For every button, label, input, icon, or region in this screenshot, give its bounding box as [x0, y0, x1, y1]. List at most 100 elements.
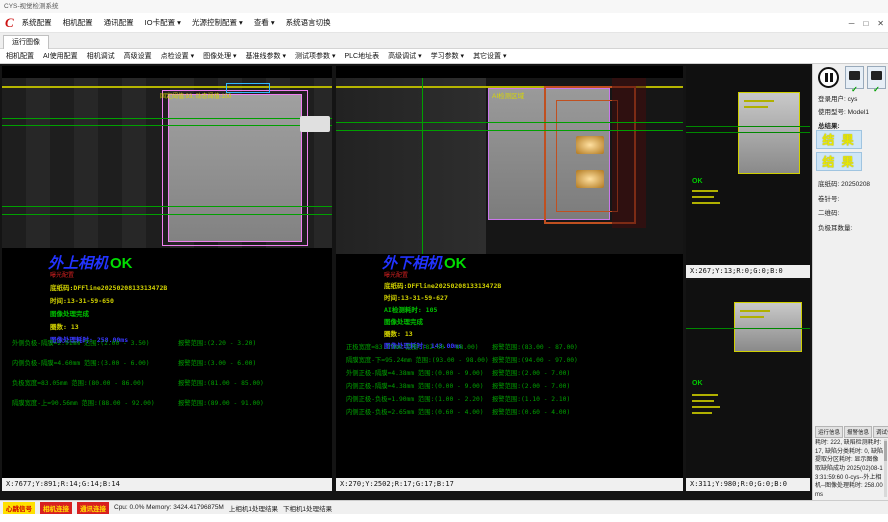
measure-row: 内侧正极-隔膜=4.38mm 范围:(0.00 - 9.00) — [346, 381, 484, 390]
tool-test-params[interactable]: 测试项参数 ▾ — [295, 51, 335, 61]
turns-line: 圈数: 13 — [50, 321, 79, 331]
alarm-range: 报警范围:(0.60 - 4.00) — [492, 407, 570, 416]
bright-part-region — [738, 92, 800, 174]
turns-line: 圈数: 13 — [384, 328, 413, 338]
qr-code-label: 二维码: — [818, 207, 839, 217]
app-logo-icon: C — [5, 15, 14, 31]
time-line: 时间:13-31-59-627 — [384, 292, 448, 302]
maximize-icon[interactable]: □ — [863, 19, 868, 28]
minimize-icon[interactable]: ─ — [849, 19, 855, 28]
status-bar: 心跳信号 相机连接 通讯连接 Cpu: 0.0% Memory: 3424.41… — [0, 500, 888, 514]
alarm-range: 报警范围:(1.10 - 2.10) — [492, 394, 570, 403]
camera-ok-status: OK — [444, 255, 467, 272]
camera-ok-status: OK — [110, 255, 133, 272]
tab-run-image[interactable]: 运行图像 — [3, 35, 49, 49]
pin-number-label: 卷针号: — [818, 193, 839, 203]
log-scrollbar[interactable] — [884, 439, 887, 497]
bright-tab-blob — [576, 136, 604, 154]
roi-rect-cyan — [226, 83, 270, 93]
exposure-config-label: 曝光配置 — [384, 270, 408, 279]
tool-other-settings[interactable]: 其它设置 ▾ — [473, 51, 506, 61]
heartbeat-badge: 心跳信号 — [3, 502, 35, 514]
camera-image-outer-lower[interactable]: AI检测区域 — [336, 78, 683, 254]
comm-connection-badge: 通讯连接 — [77, 502, 109, 514]
menu-language-switch[interactable]: 系统语言切换 — [286, 17, 331, 28]
tool-camera-config[interactable]: 相机配置 — [6, 51, 34, 61]
pixel-coordinate-bar: X:311;Y:980;R:0;G:0;B:0 — [686, 478, 810, 491]
alarm-range: 报警范围:(3.00 - 6.00) — [178, 358, 256, 367]
model-label: 使用型号: — [818, 109, 846, 116]
tool-advanced-settings[interactable]: 高级设置 — [124, 51, 152, 61]
tool-advanced-debug[interactable]: 高级调试 ▾ — [388, 51, 421, 61]
pixel-coordinate-bar: X:267;Y:13;R:0;G:0;B:0 — [686, 265, 810, 278]
menu-light-config[interactable]: 光源控制配置 ▾ — [192, 17, 243, 28]
login-user-label: 登录用户: — [818, 96, 846, 103]
tiny-text-mark — [692, 202, 720, 204]
tiny-text-mark — [692, 190, 718, 192]
menu-system-config[interactable]: 系统配置 — [22, 17, 52, 28]
tool-learning-params[interactable]: 学习参数 ▾ — [431, 51, 464, 61]
window-title: CYS-视觉检测系统 — [4, 3, 59, 10]
thumbnail-image-bottom[interactable]: OK — [686, 280, 810, 478]
measure-row: 隔膜宽度-上=90.56mm 范围:(88.00 - 92.00) — [12, 398, 155, 407]
tiny-text-mark — [692, 394, 718, 396]
menu-io-config[interactable]: IO卡配置 ▾ — [145, 17, 181, 28]
menu-comm-config[interactable]: 通讯配置 — [104, 17, 134, 28]
paper-code-label: 底纸码: — [818, 181, 839, 188]
menu-view[interactable]: 查看 ▾ — [254, 17, 275, 28]
tool-image-processing[interactable]: 图像处理 ▾ — [203, 51, 236, 61]
tab-alarm-info[interactable]: 报警信息 — [844, 426, 872, 438]
ai-region-label: AI检测区域 — [492, 90, 524, 100]
tab-debug-info[interactable]: 调试信息 — [873, 426, 888, 438]
threshold-label: 固定阈值:93, 动态阈值:100 — [160, 91, 231, 100]
lower-camera-result-label: 下相机1处理结果 — [283, 503, 332, 513]
tab-strip: 运行图像 — [0, 33, 888, 49]
monitor-icon — [849, 71, 860, 80]
camera-image-outer-upper[interactable]: 固定阈值:93, 动态阈值:100 — [2, 78, 332, 248]
tiny-text-mark — [692, 196, 714, 198]
measure-line-green — [686, 126, 810, 127]
camera-view-button-1[interactable]: ✓ — [845, 66, 864, 89]
tiny-text-mark — [744, 100, 774, 102]
battery-roll-region — [168, 94, 302, 242]
tool-spot-check[interactable]: 点检设置 ▾ — [161, 51, 194, 61]
time-line: 时间:13-31-59-650 — [50, 295, 114, 305]
alarm-range: 报警范围:(94.00 - 97.00) — [492, 355, 578, 364]
thumbnail-image-top[interactable]: OK — [686, 66, 810, 265]
tiny-text-mark — [744, 106, 768, 108]
alarm-range: 报警范围:(89.00 - 91.00) — [178, 398, 264, 407]
close-icon[interactable]: ✕ — [877, 19, 884, 28]
paper-code-row: 底纸码: 20250208 — [818, 178, 870, 188]
camera-panel-outer-lower: AI检测区域 外下相机OK 曝光配置 底纸码:DFFline2025020813… — [336, 66, 683, 491]
barcode-line: 底纸码:DFFline2025020813313472B — [384, 280, 501, 290]
camera-view-button-2[interactable]: ✓ — [867, 66, 886, 89]
menu-camera-config[interactable]: 相机配置 — [63, 17, 93, 28]
tiny-text-mark — [692, 400, 714, 402]
measure-line-green — [686, 328, 810, 329]
vertical-measure-line — [422, 78, 423, 254]
result-box-1: 结 果 — [816, 130, 862, 149]
tool-plc-address[interactable]: PLC地址表 — [345, 51, 380, 61]
pause-button[interactable] — [818, 67, 839, 88]
login-user-value: cys — [848, 96, 858, 103]
alarm-range: 报警范围:(83.00 - 87.00) — [492, 342, 578, 351]
right-sidebar: ✓ ✓ 登录用户: cys 使用型号: Model1 总结果: 结 果 结 果 … — [812, 64, 888, 500]
measure-row: 隔膜宽度-下=95.24mm 范围:(93.00 - 98.00) — [346, 355, 489, 364]
alarm-range: 报警范围:(2.00 - 7.00) — [492, 381, 570, 390]
measure-row: 负极宽度=83.05mm 范围:(80.00 - 86.00) — [12, 378, 145, 387]
paper-code-value: 20250208 — [841, 181, 870, 188]
upper-camera-result-label: 上相机1处理结果 — [229, 503, 278, 513]
measure-row: 外侧正极-隔膜=4.38mm 范围:(0.00 - 9.00) — [346, 368, 484, 377]
dark-red-band — [612, 78, 646, 228]
measure-row: 内侧负极-隔膜=4.60mm 范围:(3.00 - 6.00) — [12, 358, 150, 367]
tab-run-info[interactable]: 运行信息 — [815, 426, 843, 438]
tool-ai-use-config[interactable]: AI使用配置 — [43, 51, 78, 61]
tool-baseline-params[interactable]: 基准线参数 ▾ — [246, 51, 286, 61]
log-text: 耗时: 222, 缺陷检测耗时: 17, 缺陷分类耗时: 0, 缺陷提取分区耗时… — [815, 439, 883, 497]
result-box-2: 结 果 — [816, 152, 862, 171]
negative-tab-count-label: 负极耳数量: — [818, 222, 852, 232]
bright-tab-blob — [576, 170, 604, 188]
barcode-line: 底纸码:DFFline2025020813313472B — [50, 282, 167, 292]
tool-camera-debug[interactable]: 相机调试 — [87, 51, 115, 61]
model-row: 使用型号: Model1 — [818, 106, 869, 116]
